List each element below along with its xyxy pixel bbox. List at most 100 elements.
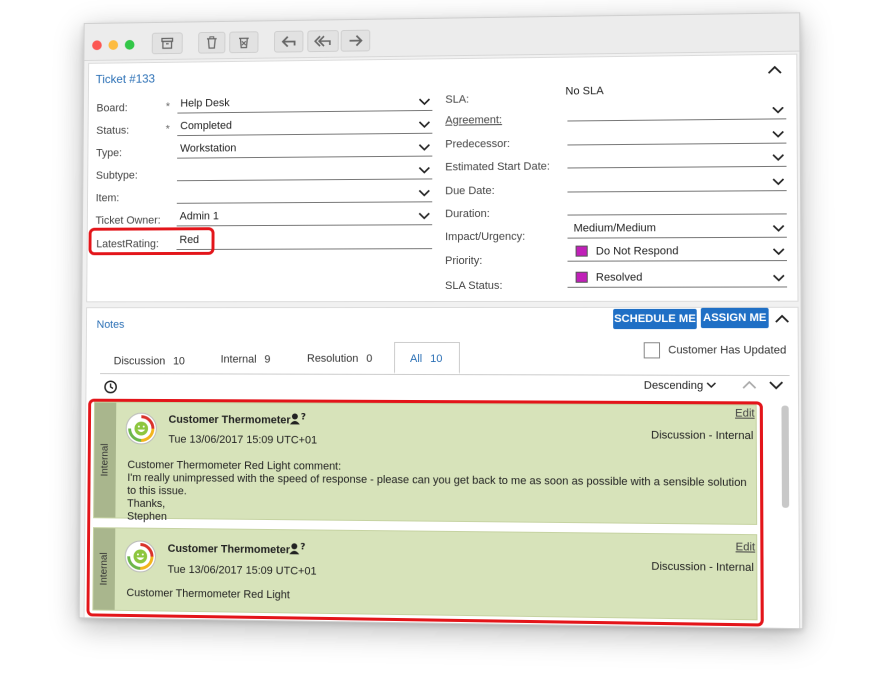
notes-highlight [86,398,764,627]
forward-button[interactable] [340,29,371,52]
duration-field[interactable] [567,197,787,216]
chevron-down-icon [418,164,430,176]
tab-resolution[interactable]: Resolution 0 [307,353,372,365]
maximize-window-button[interactable] [124,39,135,50]
reply-all-button[interactable] [307,30,339,53]
notes-scrollbar[interactable] [781,405,790,508]
chevron-up-icon[interactable] [742,380,756,390]
chevron-down-icon [418,141,430,153]
schedule-me-button[interactable]: SCHEDULE ME [613,308,697,330]
board-select[interactable]: Help Desk [177,94,433,114]
subtype-select[interactable] [176,162,433,182]
tab-resolution-label: Resolution [306,352,359,365]
customer-has-updated-checkbox[interactable] [643,342,661,359]
duration-label: Duration: [445,207,490,221]
impact-urgency-value: Medium/Medium [573,222,657,235]
impact-urgency-select[interactable]: Medium/Medium [567,220,787,239]
sla-status-select[interactable]: Resolved [567,270,788,288]
priority-label: Priority: [445,254,483,268]
required-marker: * [165,123,170,136]
sort-order-select[interactable]: Descending [644,380,717,392]
delete-button[interactable] [198,31,226,54]
tab-discussion-label: Discussion [113,355,166,368]
board-label: Board: [96,102,128,115]
delete-all-button[interactable] [229,31,259,54]
ticket-owner-value: Admin 1 [179,210,219,223]
archive-button[interactable] [151,32,183,55]
chevron-down-icon [418,118,430,130]
ticket-owner-label: Ticket Owner: [95,214,161,227]
predecessor-select[interactable] [567,126,787,146]
app-window: Ticket #133 Board: * Help Desk Status: *… [78,12,804,630]
tab-internal-label: Internal [220,353,257,366]
type-select[interactable]: Workstation [177,139,433,159]
chevron-down-icon [772,151,784,163]
stage: Ticket #133 Board: * Help Desk Status: *… [0,0,880,678]
agreement-select[interactable] [567,102,787,122]
chevron-down-icon [772,222,784,234]
chevron-down-icon [706,381,716,389]
item-label: Item: [95,192,120,205]
latest-rating-highlight [88,227,215,256]
board-value: Help Desk [180,97,230,110]
item-select[interactable] [176,185,433,204]
ticket-title: Ticket #133 [95,71,156,87]
tab-all-count: 10 [430,353,443,366]
chevron-down-icon [418,209,430,221]
ticket-card: Ticket #133 Board: * Help Desk Status: *… [86,53,799,303]
reply-button[interactable] [274,30,304,53]
sort-order-label: Descending [643,379,704,393]
due-date-field[interactable] [567,173,787,193]
tab-internal[interactable]: Internal 9 [221,354,271,366]
tab-discussion[interactable]: Discussion 10 [114,355,185,367]
estimated-start-date-field[interactable] [567,149,787,169]
impact-urgency-label: Impact/Urgency: [445,230,526,244]
delete-all-icon [237,35,251,49]
notes-toolbar: Descending [99,373,790,398]
sla-status-label: SLA Status: [445,279,503,293]
chevron-up-icon[interactable] [775,314,790,324]
required-marker: * [165,100,171,113]
tab-all[interactable]: All 10 [394,341,460,375]
chevron-down-icon [772,103,784,115]
priority-select[interactable]: Do Not Respond [567,243,787,262]
minimize-window-button[interactable] [108,40,119,50]
notes-card: Notes SCHEDULE ME ASSIGN ME Discussion 10… [83,306,801,629]
sla-value: No SLA [565,85,604,98]
sla-status-value: Resolved [595,271,643,284]
close-window-button[interactable] [92,40,102,51]
clock-icon[interactable] [104,380,118,394]
estimated-start-date-label: Estimated Start Date: [445,160,550,174]
latest-rating-field[interactable]: Red [176,232,433,251]
chevron-down-icon [772,175,784,187]
status-select[interactable]: Completed [177,116,433,137]
subtype-label: Subtype: [95,169,138,182]
trash-icon [205,36,219,50]
assign-me-button[interactable]: ASSIGN ME [700,307,769,329]
chevron-down-icon[interactable] [769,380,784,390]
chevron-up-icon[interactable] [768,65,782,75]
chevron-down-icon [418,186,430,198]
notes-title: Notes [96,319,125,331]
chevron-down-icon [772,245,784,257]
forward-icon [348,34,364,48]
sla-status-swatch [575,271,588,283]
agreement-label[interactable]: Agreement: [445,114,502,126]
type-value: Workstation [180,142,237,155]
chevron-down-icon [419,95,431,107]
chevron-down-icon [772,127,784,139]
status-value: Completed [180,119,232,133]
title-bar [84,13,800,61]
tab-all-label: All [409,352,423,365]
priority-swatch [575,245,588,257]
customer-has-updated-label: Customer Has Updated [668,344,787,357]
due-date-label: Due Date: [445,184,495,198]
sla-label: SLA: [445,93,470,106]
type-label: Type: [96,147,123,160]
reply-all-icon [314,34,332,48]
reply-icon [281,35,297,49]
archive-icon [160,36,174,50]
ticket-owner-select[interactable]: Admin 1 [176,208,433,227]
priority-value: Do Not Respond [595,245,679,258]
chevron-down-icon [773,271,785,283]
